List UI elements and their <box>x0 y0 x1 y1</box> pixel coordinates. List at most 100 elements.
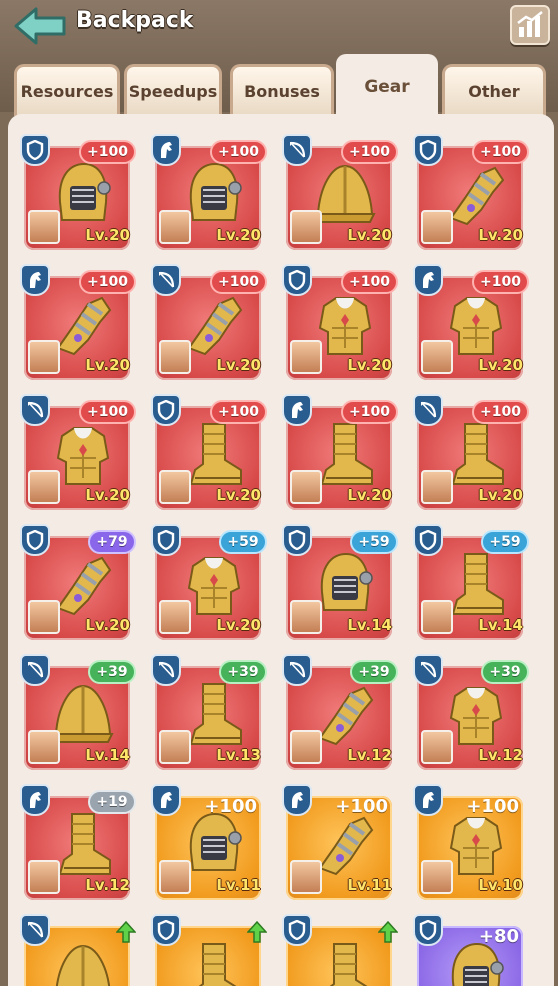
gear-item[interactable]: +39 Lv.12 <box>282 652 400 770</box>
stats-button[interactable] <box>510 5 550 45</box>
gear-item[interactable]: +100 Lv.20 <box>413 262 531 380</box>
gear-item[interactable]: +100 Lv.20 <box>282 392 400 510</box>
level-label: Lv.12 <box>347 746 392 764</box>
horse-icon <box>282 784 312 816</box>
bonus-badge: +79 <box>88 530 136 554</box>
bonus-badge: +59 <box>481 530 529 554</box>
hero-portrait-avatar <box>421 340 453 374</box>
shield-icon <box>20 524 50 556</box>
gear-item[interactable]: +100 Lv.20 <box>151 392 269 510</box>
level-label: Lv.20 <box>478 226 523 244</box>
bonus-badge: +100 <box>79 270 136 294</box>
shield-icon <box>282 264 312 296</box>
gear-item[interactable]: +59 Lv.14 <box>413 522 531 640</box>
gear-item[interactable]: +100 Lv.20 <box>20 392 138 510</box>
bow-icon <box>20 914 50 946</box>
tab-label: Resources <box>20 82 114 101</box>
gear-item[interactable]: +59 Lv.20 <box>151 522 269 640</box>
gear-item[interactable]: +100 Lv.20 <box>20 132 138 250</box>
shield-icon <box>413 524 443 556</box>
gear-item[interactable]: +80 <box>413 912 531 986</box>
shield-icon <box>151 394 181 426</box>
upgrade-arrow-icon <box>246 920 268 944</box>
horse-icon <box>413 784 443 816</box>
gear-item[interactable]: +100 Lv.20 <box>151 132 269 250</box>
gear-item[interactable] <box>282 912 400 986</box>
gear-item[interactable]: +100 Lv.20 <box>282 262 400 380</box>
hero-portrait-avatar <box>290 860 322 894</box>
bonus-badge: +100 <box>341 400 398 424</box>
tab-gear[interactable]: Gear <box>336 54 438 116</box>
gear-item[interactable]: +59 Lv.14 <box>282 522 400 640</box>
hero-portrait-avatar <box>290 210 322 244</box>
hero-portrait-avatar <box>28 470 60 504</box>
gear-item[interactable]: +100 Lv.20 <box>413 132 531 250</box>
bonus-badge: +39 <box>350 660 398 684</box>
tab-speedups[interactable]: Speedups <box>124 64 222 116</box>
gear-item[interactable]: +19 Lv.12 <box>20 782 138 900</box>
tab-bar: Resources Speedups Bonuses Gear Other <box>14 54 554 116</box>
horse-icon <box>413 264 443 296</box>
gear-item[interactable]: +100 Lv.20 <box>20 262 138 380</box>
level-label: Lv.20 <box>478 486 523 504</box>
gear-item[interactable]: +39 Lv.14 <box>20 652 138 770</box>
bonus-badge: +100 <box>472 400 529 424</box>
horse-icon <box>151 134 181 166</box>
bonus-badge: +100 <box>472 140 529 164</box>
gear-item[interactable]: +39 Lv.12 <box>413 652 531 770</box>
hero-portrait-avatar <box>290 340 322 374</box>
bonus-badge: +100 <box>466 795 519 817</box>
bonus-badge: +100 <box>210 270 267 294</box>
tab-label: Other <box>468 82 520 101</box>
level-label: Lv.20 <box>216 616 261 634</box>
page-title: Backpack <box>76 8 194 33</box>
hero-portrait-avatar <box>28 730 60 764</box>
bonus-badge: +100 <box>79 140 136 164</box>
horse-icon <box>20 784 50 816</box>
hero-portrait-avatar <box>159 470 191 504</box>
gear-item[interactable]: +39 Lv.13 <box>151 652 269 770</box>
bonus-badge: +100 <box>472 270 529 294</box>
gear-item[interactable]: +100 Lv.10 <box>413 782 531 900</box>
bar-chart-icon <box>517 11 543 37</box>
hero-portrait-avatar <box>290 600 322 634</box>
hero-portrait-avatar <box>290 730 322 764</box>
gear-item[interactable]: +79 Lv.20 <box>20 522 138 640</box>
hero-portrait-avatar <box>159 340 191 374</box>
tab-other[interactable]: Other <box>442 64 546 116</box>
hero-portrait-avatar <box>28 860 60 894</box>
gear-item[interactable]: +100 Lv.11 <box>282 782 400 900</box>
hero-portrait-avatar <box>421 210 453 244</box>
shield-icon <box>151 914 181 946</box>
horse-icon <box>282 394 312 426</box>
gear-grid: +100 Lv.20 +100 Lv.20 +100 Lv.20 +100 Lv.20 +100… <box>8 114 554 986</box>
level-label: Lv.11 <box>216 876 261 894</box>
back-arrow-icon[interactable] <box>12 6 68 46</box>
level-label: Lv.20 <box>347 486 392 504</box>
boot-icon <box>310 938 380 986</box>
hero-portrait-avatar <box>28 600 60 634</box>
bonus-badge: +19 <box>88 790 136 814</box>
hero-portrait-avatar <box>421 600 453 634</box>
gear-item[interactable] <box>151 912 269 986</box>
bonus-badge: +100 <box>341 270 398 294</box>
upgrade-arrow-icon <box>377 920 399 944</box>
hero-portrait-avatar <box>290 470 322 504</box>
bonus-badge: +59 <box>350 530 398 554</box>
level-label: Lv.11 <box>347 876 392 894</box>
shield-icon <box>282 914 312 946</box>
hero-portrait-avatar <box>28 210 60 244</box>
bow-icon <box>413 394 443 426</box>
level-label: Lv.20 <box>216 226 261 244</box>
gear-item[interactable]: +100 Lv.20 <box>413 392 531 510</box>
tab-resources[interactable]: Resources <box>14 64 120 116</box>
hat-icon <box>48 938 118 986</box>
hero-portrait-avatar <box>159 210 191 244</box>
gear-item[interactable]: +100 Lv.11 <box>151 782 269 900</box>
tab-bonuses[interactable]: Bonuses <box>230 64 334 116</box>
gear-item[interactable] <box>20 912 138 986</box>
bow-icon <box>151 654 181 686</box>
gear-item[interactable]: +100 Lv.20 <box>282 132 400 250</box>
level-label: Lv.13 <box>216 746 261 764</box>
gear-item[interactable]: +100 Lv.20 <box>151 262 269 380</box>
